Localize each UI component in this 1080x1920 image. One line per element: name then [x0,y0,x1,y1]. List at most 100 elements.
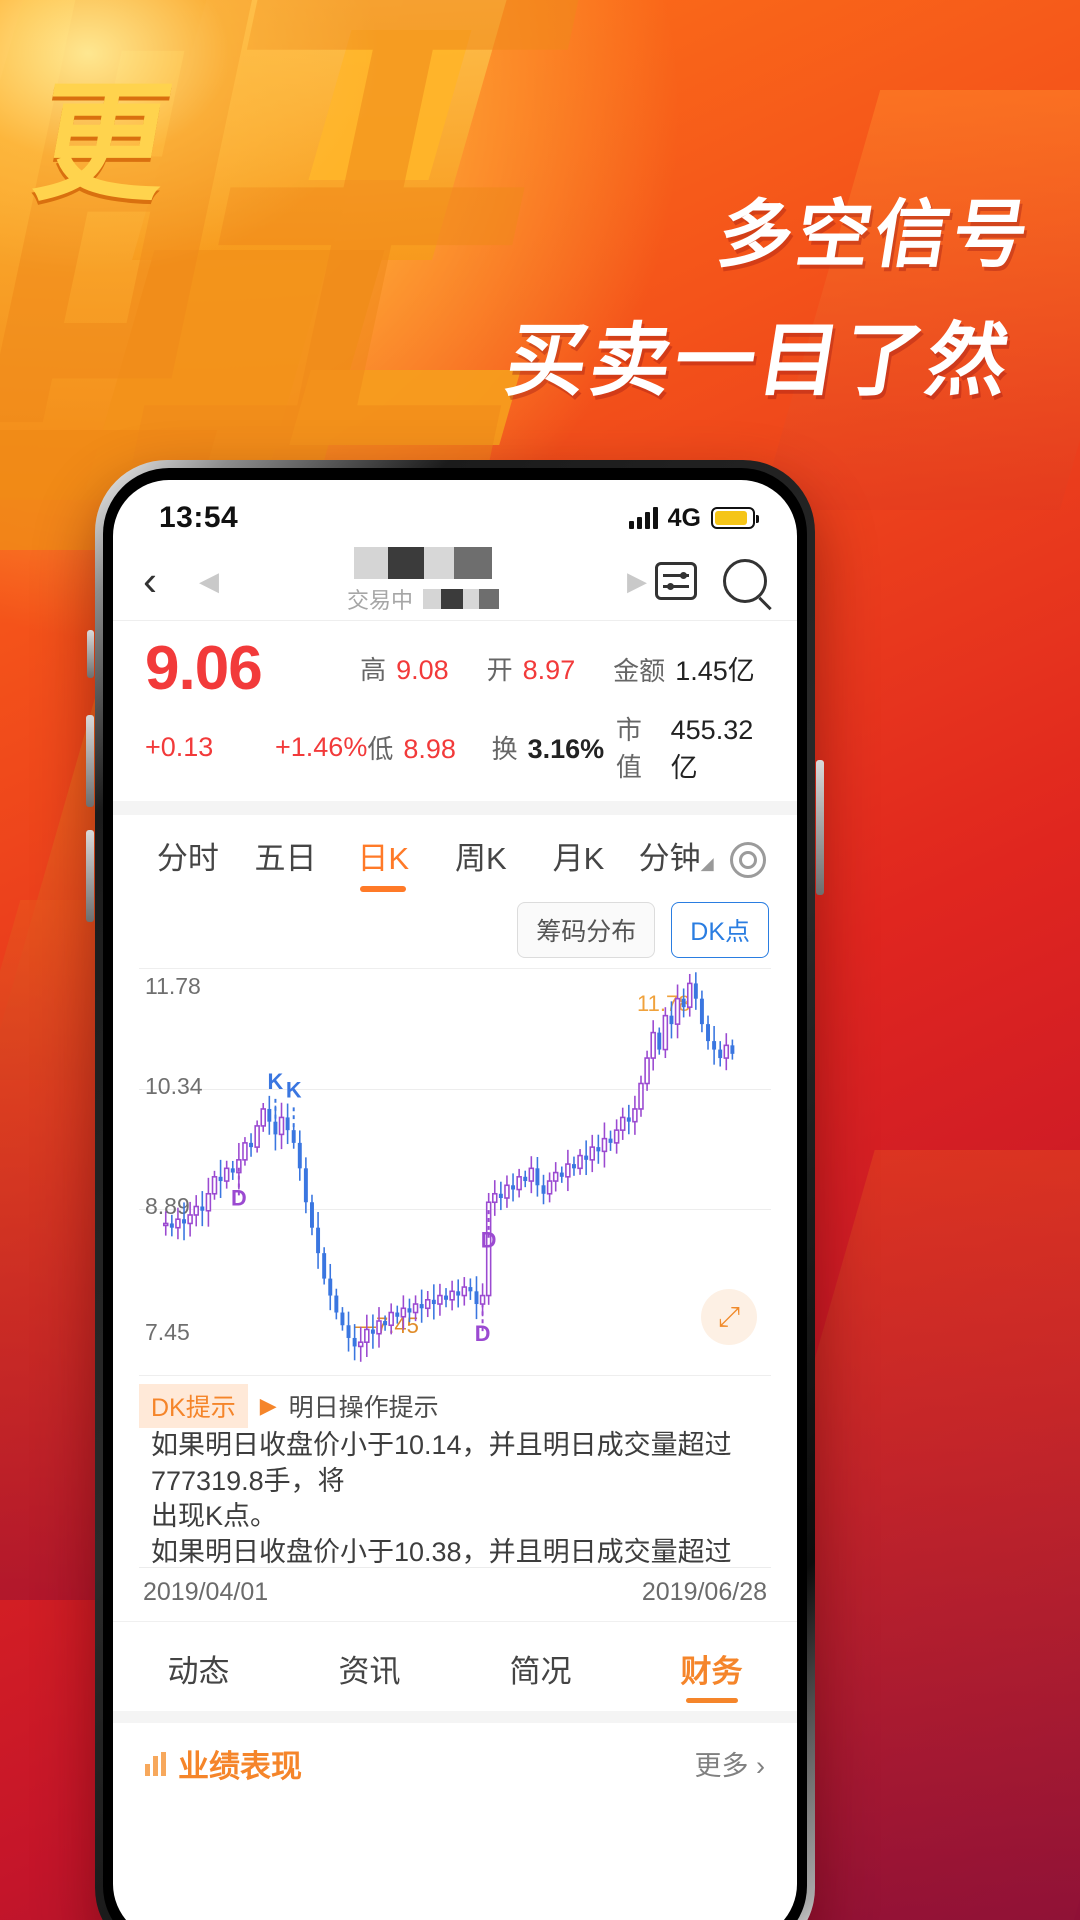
low-value: 8.98 [403,734,456,764]
change-absolute: +0.13 [145,732,214,762]
back-button[interactable]: ‹ [143,560,199,602]
dk-tip-header: DK提示 ▶ 明日操作提示 [139,1384,771,1428]
stock-name-redacted [354,547,492,579]
amount-cell: 金额 1.45亿 [613,649,765,688]
trading-status-label: 交易中 [346,588,413,613]
dk-tip-line: 如果明日收盘价小于10.38，并且明日成交量超过1587027.9手， [151,1536,732,1567]
turnover-cell: 换 3.16% [492,729,616,766]
high-value: 9.08 [396,655,449,685]
chart-end-date: 2019/06/28 [641,1578,767,1606]
status-indicators: 4G [628,503,759,533]
play-arrow-icon: ▶ [259,1393,277,1418]
tab-dayk[interactable]: 日K [334,833,432,892]
section-title: 业绩表现 [178,1749,302,1784]
tab-monthk[interactable]: 月K [530,833,628,892]
chart-settings-button[interactable] [725,842,771,883]
chart-overlay-chips: 筹码分布 DK点 [113,898,797,968]
market-cap-cell: 市值 455.32亿 [616,710,765,785]
open-value: 8.97 [522,655,576,685]
search-icon[interactable] [723,559,767,603]
more-label: 更多 [694,1751,749,1781]
quote-row-1: 9.06 高 9.08 开 8.97 金额 1.45亿 [145,633,765,704]
dk-subtitle: 明日操作提示 [288,1394,439,1422]
tab-label: 五日 [254,841,317,876]
promo-slogan-line1: 多空信号 [712,192,1039,278]
tab-caiwu[interactable]: 财务 [626,1622,797,1711]
phone-volume-up-button [86,715,94,807]
sliders-icon[interactable] [655,562,697,600]
bar-chart-icon [145,1751,166,1776]
change-group: +0.13 +1.46% [145,732,367,763]
status-time: 13:54 [159,501,239,534]
change-percent: +1.46% [275,732,368,762]
signal-bars-icon [628,507,658,529]
turnover-label: 换 [491,734,518,764]
market-cap-value: 455.32亿 [670,715,754,783]
chip-chip-distribution[interactable]: 筹码分布 [517,902,656,958]
tab-dongtai[interactable]: 动态 [113,1622,284,1711]
tab-fenshi[interactable]: 分时 [139,833,237,892]
phone-mockup: 13:54 4G ‹ ◀ 交易中 ▶ 9.06 高 9.08 开 8.97 金额… [86,460,824,1920]
gear-icon [730,842,767,878]
dk-tip-line: 如果明日收盘价小于10.14，并且明日成交量超过777319.8手，将 [151,1430,732,1496]
tab-label: 分时 [156,841,219,876]
svg-text:K: K [286,1077,302,1102]
tab-minute[interactable]: 分钟◢ [627,833,725,892]
chevron-right-icon: › [756,1751,765,1781]
phone-power-button [816,760,824,895]
tab-wuri[interactable]: 五日 [237,833,335,892]
candlestick-chart[interactable]: 11.78 10.34 8.89 7.45 11.78 —7.45 KKDDD … [139,968,771,1376]
dk-tip-line: 出现K点。 [151,1501,278,1532]
tab-zixun[interactable]: 资讯 [284,1622,455,1711]
prev-stock-button[interactable]: ◀ [199,566,219,597]
chart-start-date: 2019/04/01 [143,1578,269,1606]
phone-mute-switch [87,630,94,678]
app-navbar: ‹ ◀ 交易中 ▶ [113,542,797,620]
performance-section-header: 业绩表现 更多 › [113,1711,797,1786]
phone-screen: 13:54 4G ‹ ◀ 交易中 ▶ 9.06 高 9.08 开 8.97 金额… [113,480,797,1920]
open-cell: 开 8.97 [487,650,614,687]
open-label: 开 [486,655,513,685]
low-label: 低 [367,734,394,764]
turnover-value: 3.16% [527,734,605,764]
promo-slogan: 多空信号 买卖一目了然 [499,175,1041,412]
section-more-link[interactable]: 更多 › [694,1744,765,1783]
tab-label: 日K [357,841,410,876]
quote-panel: 9.06 高 9.08 开 8.97 金额 1.45亿 +0.13 +1.46%… [113,620,797,801]
tab-weekk[interactable]: 周K [432,833,530,892]
phone-volume-down-button [86,830,94,922]
svg-text:D: D [475,1321,491,1346]
stock-code-redacted [423,589,499,609]
period-tab-bar: 分时 五日 日K 周K 月K 分钟◢ [113,815,797,898]
high-label: 高 [360,655,387,685]
svg-text:K: K [268,1069,284,1094]
chart-candles: K K D D D [162,972,735,1362]
svg-text:D: D [481,1228,497,1253]
stock-title-block: 交易中 [219,547,627,615]
expand-icon[interactable]: ⤢ [701,1289,757,1345]
next-stock-button[interactable]: ▶ [627,566,647,597]
section-divider [113,801,797,815]
chip-dk-point[interactable]: DK点 [671,902,769,958]
phone-bezel: 13:54 4G ‹ ◀ 交易中 ▶ 9.06 高 9.08 开 8.97 金额… [103,468,807,1920]
dk-tag: DK提示 [139,1384,248,1428]
tab-label: 分钟 [638,841,701,876]
stock-status-row: 交易中 [347,583,499,615]
promo-slogan-line2: 买卖一目了然 [500,314,1019,407]
chart-date-range: 2019/04/01 2019/06/28 [113,1568,797,1621]
amount-value: 1.45亿 [675,656,755,686]
high-cell: 高 9.08 [360,650,487,687]
tab-label: 周K [455,841,507,876]
tab-jiankuang[interactable]: 简况 [455,1622,626,1711]
last-price: 9.06 [145,634,263,703]
tab-label: 月K [552,841,605,876]
low-cell: 低 8.98 [367,729,491,766]
battery-icon [711,507,759,529]
amount-label: 金额 [613,656,666,686]
content-tab-bar: 动态 资讯 简况 财务 [113,1621,797,1711]
dk-tip-panel[interactable]: DK提示 ▶ 明日操作提示 如果明日收盘价小于10.14，并且明日成交量超过77… [139,1376,771,1568]
network-type-label: 4G [667,503,701,532]
navbar-actions [655,559,767,603]
status-bar: 13:54 4G [113,480,797,542]
section-title-block: 业绩表现 [145,1741,302,1786]
